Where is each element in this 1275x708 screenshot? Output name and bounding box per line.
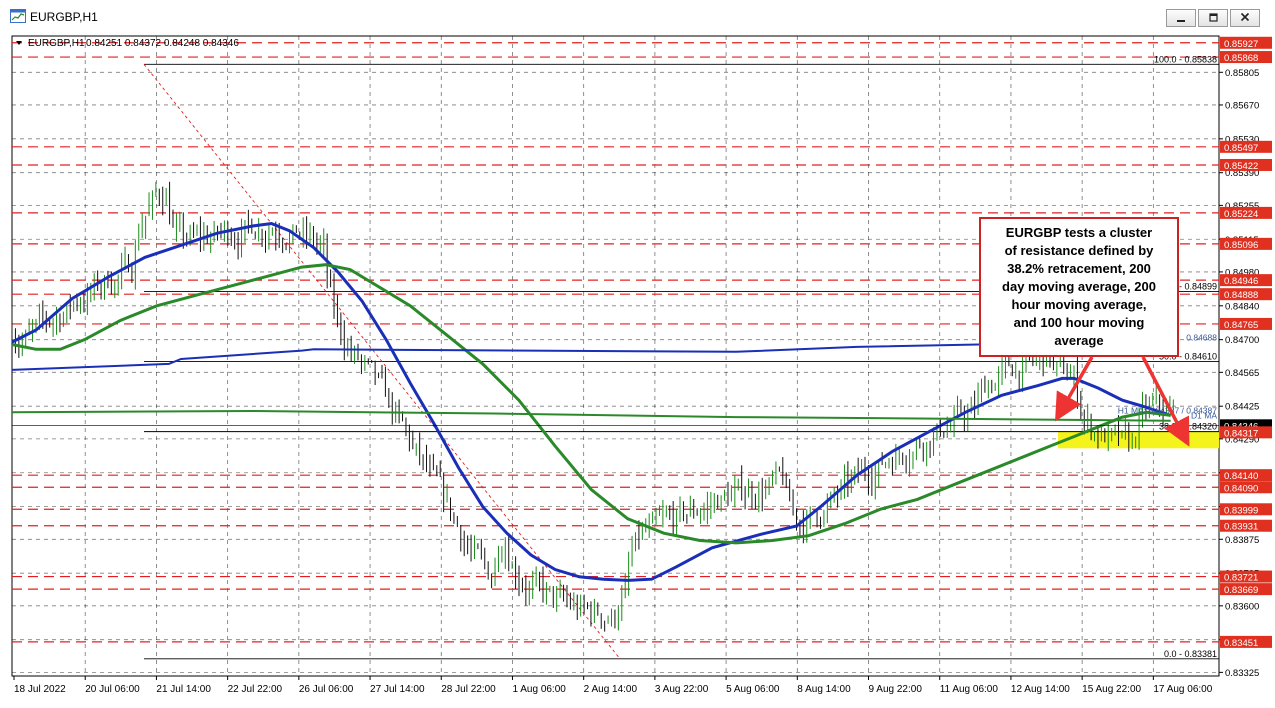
x-tick-label: 1 Aug 06:00 (512, 684, 566, 695)
minimize-icon (1177, 20, 1185, 22)
y-tick-label: 0.83875 (1225, 535, 1259, 546)
level-price-label: 0.83451 (1224, 638, 1258, 649)
restore-button[interactable] (1198, 9, 1228, 27)
x-tick-label: 17 Aug 06:00 (1153, 684, 1212, 695)
symbol-label: EURGBP,H1 (28, 38, 85, 49)
x-tick-label: 20 Jul 06:00 (85, 684, 140, 695)
level-price-label: 0.85497 (1224, 143, 1258, 154)
y-tick-label: 0.84425 (1225, 402, 1259, 413)
close-icon (1240, 12, 1250, 22)
window-title: EURGBP,H1 (30, 10, 98, 24)
level-price-label: 0.84946 (1224, 276, 1258, 287)
x-tick-label: 5 Aug 06:00 (726, 684, 780, 695)
price-chart[interactable]: 100.0 - 0.85838 61.8 - 0.84899 50.0 - 0.84… (0, 33, 1275, 708)
y-tick-label: 0.83325 (1225, 668, 1259, 679)
x-tick-label: 26 Jul 06:00 (299, 684, 354, 695)
x-tick-label: 22 Jul 22:00 (228, 684, 283, 695)
x-tick-label: 3 Aug 22:00 (655, 684, 709, 695)
fib-100-level-label: 100.0 - 0.85838 (1154, 54, 1217, 64)
level-price-label: 0.85224 (1224, 209, 1258, 220)
level-price-label: 0.84140 (1224, 471, 1258, 482)
ma-tag-label: 0.84688 (1186, 333, 1217, 343)
level-price-label: 0.85422 (1224, 161, 1258, 172)
level-price-label: 0.83931 (1224, 522, 1258, 533)
level-price-label: 0.85868 (1224, 53, 1258, 64)
y-tick-label: 0.84840 (1225, 301, 1259, 312)
x-tick-label: 15 Aug 22:00 (1082, 684, 1141, 695)
fib-0-level-label: 0.0 - 0.83381 (1164, 649, 1217, 659)
x-tick-label: 9 Aug 22:00 (869, 684, 923, 695)
chart-window: EURGBP,H1 100.0 - 0.85838 61.8 - 0.84899 5… (0, 0, 1275, 708)
minimize-button[interactable] (1166, 9, 1196, 27)
y-tick-label: 0.83600 (1225, 601, 1259, 612)
x-tick-label: 28 Jul 22:00 (441, 684, 496, 695)
fib-38-2-level-label: 38.2 - 0.84320 (1159, 422, 1217, 432)
level-price-label: 0.85927 (1224, 39, 1258, 50)
ma-tag-label: D1 MA (1191, 411, 1217, 421)
y-tick-label: 0.85670 (1225, 100, 1259, 111)
x-tick-label: 21 Jul 14:00 (156, 684, 211, 695)
chart-canvas[interactable]: 100.0 - 0.8583861.8 - 0.8489950.0 - 0.84… (0, 33, 1275, 708)
x-tick-label: 8 Aug 14:00 (797, 684, 851, 695)
chart-window-icon (10, 9, 26, 23)
level-price-label: 0.85096 (1224, 240, 1258, 251)
y-tick-label: 0.84565 (1225, 368, 1259, 379)
restore-icon (1209, 13, 1218, 22)
x-tick-label: 11 Aug 06:00 (940, 684, 999, 695)
title-bar[interactable]: EURGBP,H1 (0, 0, 1275, 34)
level-price-label: 0.84765 (1224, 320, 1258, 331)
annotation-text: EURGBP tests a cluster of resistance defi… (1002, 225, 1156, 348)
level-price-label: 0.83669 (1224, 585, 1258, 596)
close-button[interactable] (1230, 9, 1260, 27)
level-price-label: 0.84888 (1224, 290, 1258, 301)
bid-price-label: 0.84317 (1224, 428, 1258, 439)
level-price-label: 0.83721 (1224, 573, 1258, 584)
level-price-label: 0.83999 (1224, 505, 1258, 516)
ohlc-header: 0.84251 0.84372 0.84248 0.84346 (86, 38, 239, 49)
x-tick-label: 2 Aug 14:00 (584, 684, 638, 695)
x-tick-label: 12 Aug 14:00 (1011, 684, 1070, 695)
y-tick-label: 0.84700 (1225, 335, 1259, 346)
level-price-label: 0.84090 (1224, 483, 1258, 494)
x-tick-label: 27 Jul 14:00 (370, 684, 425, 695)
x-tick-label: 18 Jul 2022 (14, 684, 66, 695)
y-tick-label: 0.85805 (1225, 68, 1259, 79)
